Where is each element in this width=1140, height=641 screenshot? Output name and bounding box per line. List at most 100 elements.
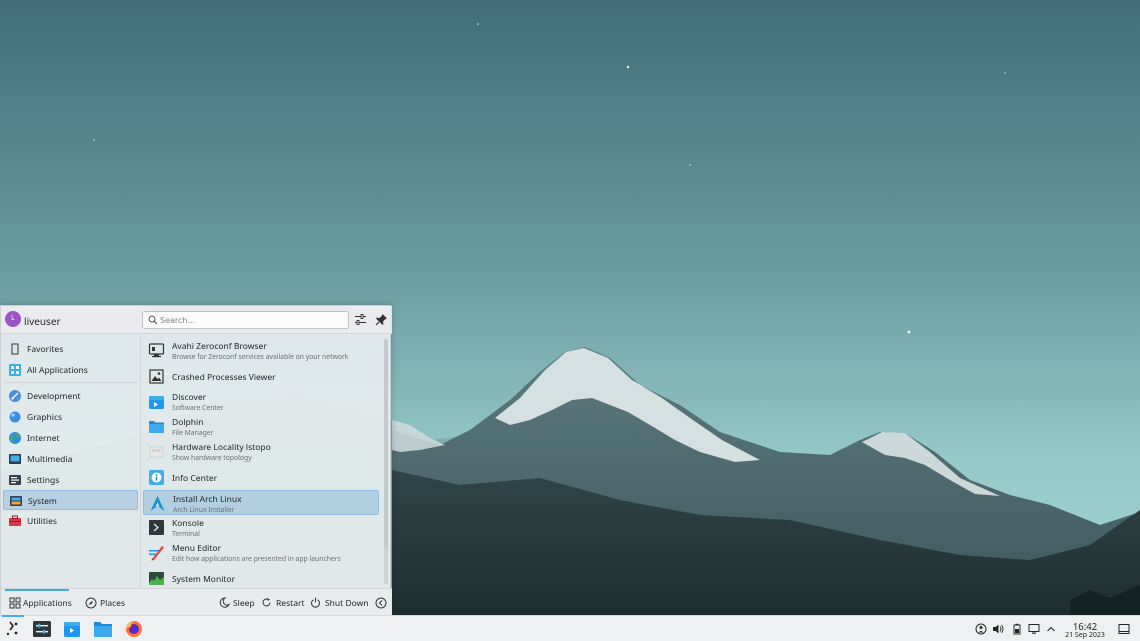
clock-date[interactable]: 21 Sep 2023 (1058, 631, 1112, 640)
category-system[interactable]: System (3, 490, 138, 510)
arch-linux-icon (150, 496, 165, 511)
shut-down-button[interactable]: Shut Down (310, 589, 369, 616)
discover-icon (149, 396, 164, 409)
tray-battery[interactable] (1011, 623, 1023, 635)
app-name: Info Center (172, 473, 218, 484)
category-development[interactable]: Development (3, 386, 138, 406)
app-crashed-processes-viewer[interactable]: Crashed Processes Viewer (143, 364, 379, 389)
system-monitor-icon (149, 572, 164, 585)
system-settings-icon (33, 621, 51, 637)
sleep-label: Sleep (233, 598, 255, 609)
application-launcher-button[interactable] (2, 615, 24, 639)
terminal-icon (149, 520, 164, 535)
taskbar-discover[interactable] (61, 619, 83, 639)
app-name: Konsole (172, 518, 204, 529)
app-discover[interactable]: Discover Software Center (143, 389, 379, 414)
app-description: Terminal (172, 529, 200, 538)
category-label: Internet (27, 433, 60, 444)
taskbar: 16:42 21 Sep 2023 (0, 615, 1140, 641)
category-graphics[interactable]: Graphics (3, 407, 138, 427)
taskbar-dolphin[interactable] (92, 619, 114, 639)
category-label: Multimedia (27, 454, 73, 465)
search-box[interactable] (142, 311, 349, 329)
category-label: Settings (27, 475, 60, 486)
app-menu-editor[interactable]: Menu Editor Edit how applications are pr… (143, 540, 379, 565)
compass-icon (85, 597, 97, 609)
restart-label: Restart (276, 598, 305, 609)
app-info-center[interactable]: Info Center (143, 465, 379, 490)
graphics-icon (9, 411, 21, 423)
app-name: Crashed Processes Viewer (172, 372, 276, 383)
show-desktop-button[interactable] (1118, 623, 1130, 635)
application-launcher: L liveuser Favorites (0, 305, 392, 616)
launcher-icon (6, 621, 18, 636)
app-description: Show hardware topology (172, 453, 252, 462)
tab-label: Places (100, 598, 126, 609)
scrollbar-thumb[interactable] (384, 339, 388, 549)
app-description: Edit how applications are presented in a… (172, 554, 341, 563)
taskbar-system-settings[interactable] (31, 619, 53, 639)
configure-icon[interactable] (354, 313, 367, 326)
tray-network[interactable] (975, 623, 987, 635)
category-label: System (28, 496, 57, 507)
grid-icon (9, 364, 21, 376)
app-name: Install Arch Linux (173, 494, 242, 505)
category-internet[interactable]: Internet (3, 428, 138, 448)
display-icon (1028, 624, 1040, 634)
app-dolphin[interactable]: Dolphin File Manager (143, 414, 379, 439)
app-description: File Manager (172, 428, 214, 437)
app-description: Browse for Zeroconf services available o… (172, 352, 349, 361)
category-multimedia[interactable]: Multimedia (3, 449, 138, 469)
tab-label: Applications (23, 598, 72, 609)
category-label: Utilities (27, 516, 57, 527)
tray-expand[interactable] (1045, 623, 1057, 635)
search-input[interactable] (160, 313, 345, 327)
taskbar-firefox[interactable] (123, 619, 145, 639)
tab-applications[interactable]: Applications (4, 589, 72, 616)
divider (5, 382, 137, 383)
category-all-applications[interactable]: All Applications (3, 360, 138, 380)
tray-volume[interactable] (992, 623, 1004, 635)
tab-places[interactable]: Places (83, 589, 133, 616)
category-label: Development (27, 391, 81, 402)
app-description: Software Center (172, 403, 224, 412)
image-viewer-icon (149, 369, 164, 384)
avatar[interactable]: L (5, 311, 21, 327)
category-settings[interactable]: Settings (3, 470, 138, 490)
multimedia-icon (9, 454, 21, 464)
app-name: Menu Editor (172, 543, 222, 554)
launcher-footer: Applications Places Sleep Restart Shut D… (1, 588, 392, 616)
restart-icon (262, 598, 271, 607)
app-name: Dolphin (172, 417, 204, 428)
hardware-icon (149, 446, 164, 458)
shut-down-label: Shut Down (325, 598, 369, 609)
chevron-up-icon (1047, 626, 1055, 632)
category-sidebar: Favorites All Applications Development G… (1, 335, 140, 588)
category-utilities[interactable]: Utilities (3, 511, 138, 531)
chevron-left-icon[interactable] (375, 597, 387, 609)
system-icon (10, 496, 22, 506)
launcher-header: L liveuser (1, 306, 392, 334)
app-name: Discover (172, 392, 207, 403)
app-name: Hardware Locality lstopo (172, 442, 271, 453)
application-list: Avahi Zeroconf Browser Browse for Zeroco… (142, 335, 382, 588)
category-label: All Applications (27, 365, 88, 376)
app-konsole[interactable]: Konsole Terminal (143, 515, 379, 540)
app-hardware-locality-lstopo[interactable]: Hardware Locality lstopo Show hardware t… (143, 439, 379, 464)
category-favorites[interactable]: Favorites (3, 339, 138, 359)
applications-grid-icon (9, 597, 21, 609)
network-icon (975, 623, 987, 635)
app-install-arch-linux[interactable]: Install Arch Linux Arch Linux Installer (143, 490, 379, 515)
firefox-icon (126, 621, 142, 637)
sleep-button[interactable]: Sleep (219, 589, 257, 616)
battery-icon (1013, 623, 1021, 635)
tray-display[interactable] (1028, 623, 1040, 635)
network-monitor-icon (148, 343, 165, 358)
app-name: System Monitor (172, 574, 236, 585)
volume-icon (993, 624, 1004, 634)
app-system-monitor[interactable]: System Monitor (143, 566, 379, 588)
app-avahi-zeroconf-browser[interactable]: Avahi Zeroconf Browser Browse for Zeroco… (143, 338, 379, 363)
pin-icon[interactable] (375, 313, 388, 326)
restart-button[interactable]: Restart (261, 589, 305, 616)
app-name: Avahi Zeroconf Browser (172, 341, 267, 352)
